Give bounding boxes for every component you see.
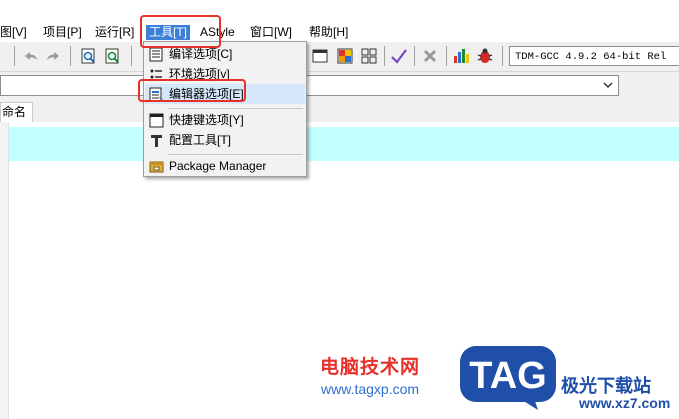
find-icon[interactable] [80, 47, 98, 65]
watermark-logo-text: TAG [469, 355, 546, 397]
debug-icon[interactable] [476, 47, 494, 65]
compiler-select[interactable]: TDM-GCC 4.9.2 64-bit Rel [509, 46, 679, 66]
menu-bar: 图[V] 项目[P] 运行[R] 工具[T] AStyle 窗口[W] 帮助[H… [0, 22, 679, 42]
editor-tabs: 命名1 [0, 100, 679, 137]
menu-separator [168, 154, 303, 155]
menu-item-label: Package Manager [169, 159, 267, 173]
menu-item-shortcut-options[interactable]: 快捷键选项[Y] [145, 110, 305, 130]
menu-run[interactable]: 运行[R] [95, 25, 134, 40]
toolbar-separator [70, 46, 71, 66]
watermark-logo: TAG [460, 346, 556, 410]
toolbar: TDM-GCC 4.9.2 64-bit Rel [0, 42, 679, 72]
replace-icon[interactable] [104, 47, 122, 65]
close-icon[interactable] [421, 47, 439, 65]
toolbar-separator [384, 46, 385, 66]
editor-gutter [0, 122, 9, 419]
undo-icon[interactable] [22, 47, 40, 65]
menu-separator [168, 108, 303, 109]
menu-help[interactable]: 帮助[H] [309, 25, 348, 40]
tools-menu-highlight-box [140, 15, 221, 48]
window-icon[interactable] [311, 47, 329, 65]
shortcut-options-icon [149, 113, 164, 128]
menu-item-package-manager[interactable]: Package Manager [145, 156, 305, 176]
redo-icon[interactable] [44, 47, 62, 65]
current-line-highlight [9, 127, 679, 161]
toolbar-separator [414, 46, 415, 66]
toolbar-separator [446, 46, 447, 66]
configure-tools-icon [151, 135, 162, 147]
package-manager-icon [149, 161, 164, 173]
toolbar-separator [14, 46, 15, 66]
check-icon[interactable] [390, 47, 408, 65]
compile-options-icon [149, 47, 163, 62]
menu-project[interactable]: 项目[P] [43, 25, 82, 40]
chart-icon[interactable] [452, 47, 470, 65]
menu-item-configure-tools[interactable]: 配置工具[T] [145, 130, 305, 150]
watermark-url: www.tagxp.com [321, 381, 420, 397]
toolbar-separator [502, 46, 503, 66]
tab-untitled-1[interactable]: 命名1 [0, 102, 33, 137]
watermark-title: 电脑技术网 [320, 357, 421, 378]
class-combo[interactable] [0, 75, 619, 96]
editor-options-highlight-box [138, 79, 246, 102]
color-grid-icon[interactable] [336, 47, 354, 65]
class-browser-bar [0, 72, 679, 100]
menu-window[interactable]: 窗口[W] [250, 25, 292, 40]
menu-item-label: 配置工具[T] [169, 133, 231, 147]
menu-view[interactable]: 图[V] [0, 25, 27, 40]
menu-item-label: 快捷键选项[Y] [169, 113, 244, 127]
chevron-down-icon[interactable] [602, 79, 614, 91]
tile-grid-icon[interactable] [360, 47, 378, 65]
toolbar-separator [131, 46, 132, 66]
tools-menu: 编译选项[C] 环境选项[v] 编辑器选项[E] 快捷键选项[Y] 配置工具[T… [143, 41, 307, 177]
watermark-site-url: www.xz7.com [579, 395, 671, 411]
